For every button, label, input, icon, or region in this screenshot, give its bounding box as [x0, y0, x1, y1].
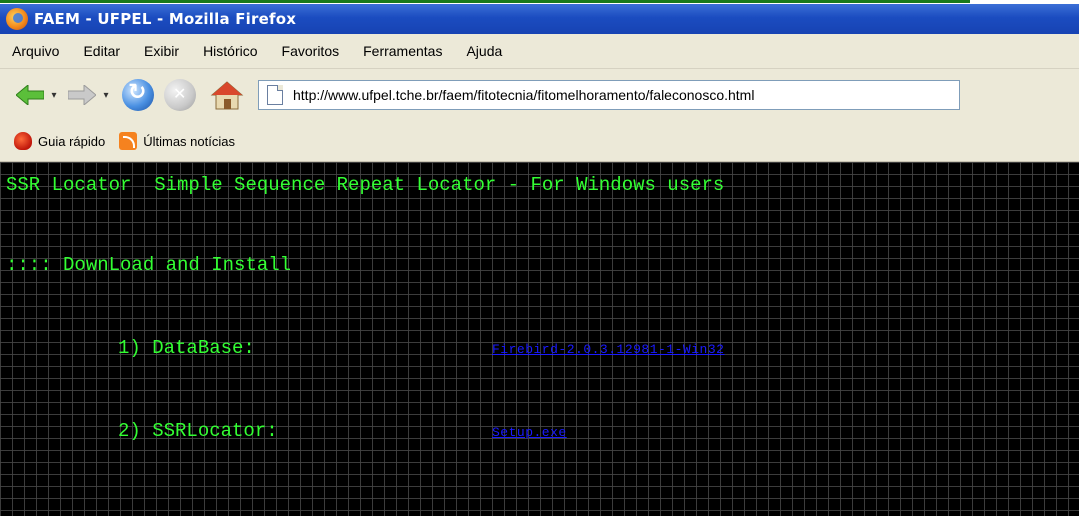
forward-arrow-icon — [68, 85, 96, 105]
rss-icon — [119, 132, 138, 150]
reload-icon[interactable] — [122, 79, 154, 111]
back-button[interactable] — [14, 79, 46, 111]
top-green-line — [0, 0, 970, 3]
page-icon — [267, 85, 283, 105]
menu-ajuda[interactable]: Ajuda — [466, 43, 502, 59]
menu-arquivo[interactable]: Arquivo — [12, 43, 59, 59]
menu-favoritos[interactable]: Favoritos — [282, 43, 340, 59]
setup-download-link[interactable]: Setup.exe — [492, 425, 567, 440]
section-heading: :::: DownLoad and Install — [6, 254, 292, 276]
bookmark-ultimas-noticias[interactable]: Últimas notícias — [119, 132, 235, 150]
menu-bar: Arquivo Editar Exibir Histórico Favorito… — [0, 34, 1079, 69]
browser-window: FAEM - UFPEL - Mozilla Firefox Arquivo E… — [0, 4, 1079, 516]
ssrlocator-label: 2) SSRLocator: — [118, 420, 278, 442]
home-icon[interactable] — [210, 79, 244, 111]
firebird-download-link[interactable]: Firebird-2.0.3.12981-1-Win32 — [492, 342, 724, 357]
page-heading: SSR Locator Simple Sequence Repeat Locat… — [6, 174, 725, 196]
menu-exibir[interactable]: Exibir — [144, 43, 179, 59]
guide-icon — [14, 132, 32, 150]
page-content: SSR Locator Simple Sequence Repeat Locat… — [0, 162, 1079, 516]
url-text[interactable]: http://www.ufpel.tche.br/faem/fitotecnia… — [293, 87, 754, 103]
bookmark-guia-rapido[interactable]: Guia rápido — [14, 132, 105, 150]
forward-history-dropdown[interactable]: ▾ — [100, 79, 112, 111]
menu-editar[interactable]: Editar — [83, 43, 120, 59]
window-title: FAEM - UFPEL - Mozilla Firefox — [34, 10, 297, 28]
back-history-dropdown[interactable]: ▾ — [48, 79, 60, 111]
menu-ferramentas[interactable]: Ferramentas — [363, 43, 442, 59]
address-bar[interactable]: http://www.ufpel.tche.br/faem/fitotecnia… — [258, 80, 960, 110]
database-label: 1) DataBase: — [118, 337, 255, 359]
bookmarks-toolbar: Guia rápido Últimas notícias — [0, 121, 1079, 162]
title-bar: FAEM - UFPEL - Mozilla Firefox — [0, 4, 1079, 34]
back-arrow-icon — [16, 85, 44, 105]
stop-icon[interactable] — [164, 79, 196, 111]
forward-button[interactable] — [66, 79, 98, 111]
menu-historico[interactable]: Histórico — [203, 43, 257, 59]
firefox-logo-icon — [6, 8, 28, 30]
navigation-toolbar: ▾ ▾ http://www.ufpel.tche.br/faem/fitote… — [0, 69, 1079, 121]
bookmark-label: Guia rápido — [38, 133, 106, 149]
bookmark-label: Últimas notícias — [143, 133, 235, 149]
